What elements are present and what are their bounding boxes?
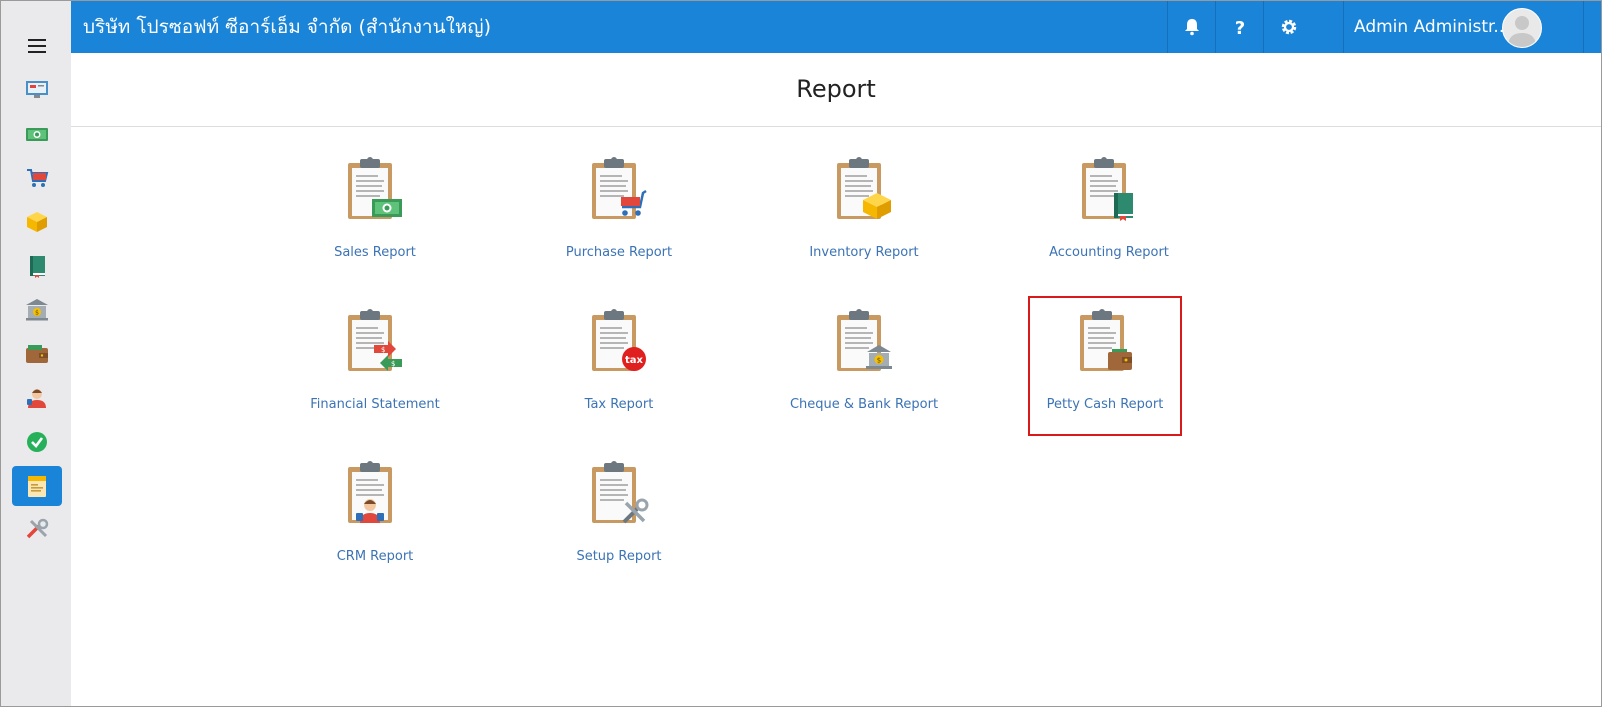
gear-icon	[1281, 19, 1297, 35]
top-header: บริษัท โปรซอฟท์ ซีอาร์เอ็ม จำกัด (สำนักง…	[71, 1, 1601, 53]
svg-text:$: $	[391, 360, 395, 368]
report-tile-inventory[interactable]: Inventory Report	[789, 149, 939, 285]
book-icon	[30, 256, 45, 278]
report-label: CRM Report	[336, 549, 414, 564]
report-label: Setup Report	[576, 549, 662, 564]
help-button[interactable]: ?	[1215, 1, 1264, 53]
report-label: Petty Cash Report	[1046, 397, 1164, 412]
clipboard-box-icon	[837, 157, 891, 219]
sidebar-item-approve[interactable]	[12, 422, 62, 462]
sidebar: $	[1, 1, 71, 706]
clipboard-people-icon	[348, 461, 392, 523]
company-name: บริษัท โปรซอฟท์ ซีอาร์เอ็ม จำกัด (สำนักง…	[83, 16, 491, 38]
sidebar-item-setup[interactable]	[12, 510, 62, 550]
money-icon	[26, 128, 48, 141]
sidebar-item-report[interactable]	[12, 466, 62, 506]
clipboard-exchange-icon: $ $	[348, 309, 402, 371]
report-tile-petty-cash[interactable]: Petty Cash Report	[1028, 296, 1182, 436]
report-tile-sales[interactable]: Sales Report	[300, 149, 450, 285]
avatar	[1502, 8, 1542, 48]
report-label: Accounting Report	[1049, 245, 1169, 260]
report-tile-purchase[interactable]: Purchase Report	[544, 149, 694, 285]
user-name: Admin Administr...	[1354, 17, 1510, 37]
report-label: Financial Statement	[310, 397, 440, 412]
tax-badge-text: tax	[625, 355, 644, 366]
page-title: Report	[796, 75, 876, 103]
user-avatar-icon	[1508, 16, 1536, 47]
sidebar-item-sales[interactable]	[12, 114, 62, 154]
bell-icon	[1185, 19, 1199, 36]
notifications-button[interactable]	[1167, 1, 1216, 53]
cart-icon	[27, 169, 49, 187]
report-tile-cheque-bank[interactable]: $ Cheque & Bank Report	[789, 301, 939, 437]
sidebar-item-petty-cash[interactable]	[12, 334, 62, 374]
report-label: Sales Report	[334, 245, 416, 260]
report-icon	[28, 476, 46, 497]
clipboard-tax-icon: tax	[592, 309, 646, 371]
report-label: Tax Report	[584, 397, 654, 412]
sidebar-item-bank[interactable]: $	[12, 290, 62, 330]
box-icon	[27, 212, 47, 232]
app-window: $ บริษัท โปรซอฟท์ ซีอาร์เอ็ม จำกัด (สำนั…	[0, 0, 1602, 707]
report-label: Inventory Report	[809, 245, 919, 260]
logout-button[interactable]	[1583, 1, 1601, 53]
clipboard-wallet-icon	[1080, 309, 1132, 371]
dashboard-icon	[26, 81, 48, 98]
tools-icon	[26, 518, 49, 539]
svg-text:?: ?	[1235, 18, 1245, 37]
bank-icon: $	[26, 299, 48, 321]
sidebar-item-dashboard[interactable]	[12, 69, 62, 109]
wallet-icon	[26, 345, 48, 363]
clipboard-tools-icon	[592, 461, 649, 524]
clipboard-money-icon	[348, 157, 402, 219]
clipboard-book-icon	[1082, 157, 1133, 221]
settings-button[interactable]	[1263, 1, 1314, 53]
menu-toggle-icon[interactable]	[28, 39, 46, 53]
title-bar: Report	[71, 53, 1601, 127]
check-icon	[27, 432, 47, 452]
clipboard-bank-icon: $	[837, 309, 892, 371]
report-tile-setup[interactable]: Setup Report	[544, 453, 694, 589]
people-icon	[27, 389, 46, 408]
user-menu[interactable]: Admin Administr...	[1343, 1, 1584, 53]
svg-text:$: $	[35, 310, 39, 317]
report-label: Cheque & Bank Report	[789, 397, 939, 412]
report-tile-crm[interactable]: CRM Report	[300, 453, 450, 589]
svg-text:$: $	[381, 346, 385, 354]
report-label: Purchase Report	[565, 245, 673, 260]
report-tile-financial[interactable]: $ $ Financial Statement	[300, 301, 450, 437]
sidebar-item-crm[interactable]	[12, 378, 62, 418]
sidebar-item-inventory[interactable]	[12, 202, 62, 242]
report-tile-accounting[interactable]: Accounting Report	[1034, 149, 1184, 285]
svg-text:$: $	[877, 357, 881, 365]
sidebar-item-accounting[interactable]	[12, 246, 62, 286]
clipboard-cart-icon	[592, 157, 647, 219]
question-icon: ?	[1235, 18, 1245, 37]
sidebar-item-purchase[interactable]	[12, 158, 62, 198]
report-tile-tax[interactable]: tax Tax Report	[544, 301, 694, 437]
